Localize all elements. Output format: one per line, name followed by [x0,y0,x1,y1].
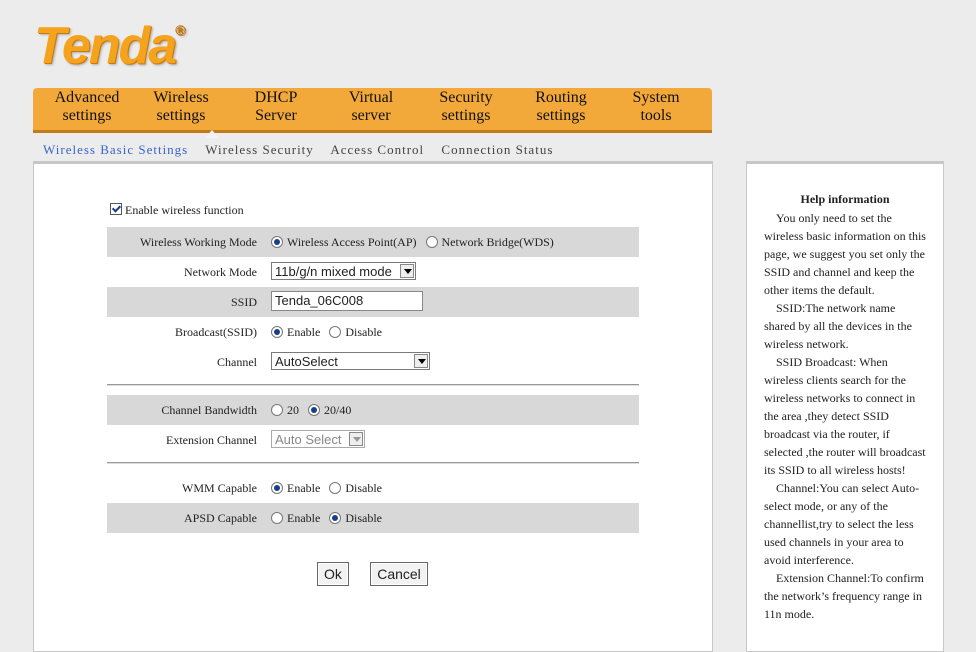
nav-dhcp-server[interactable]: DHCP Server [228,89,324,125]
tenda-logo: Tenda® [34,17,186,75]
help-title: Help information [800,192,890,206]
enable-wireless-label: Enable wireless function [125,203,244,217]
broadcast-disable-radio[interactable] [329,326,342,338]
tab-access-control[interactable]: Access Control [330,142,424,157]
chevron-down-icon [414,354,428,368]
bandwidth-2040-label: 20/40 [324,403,352,417]
bandwidth-label: Channel Bandwidth [161,403,257,417]
wmm-disable-label: Disable [345,481,382,495]
working-mode-ap-radio[interactable] [271,236,283,248]
apsd-row: APSD Capable Enable Disable [107,503,639,533]
working-mode-row: Wireless Working Mode Wireless Access Po… [107,227,639,257]
extension-channel-label: Extension Channel [166,433,257,447]
broadcast-enable-label: Enable [287,325,321,339]
apsd-disable-label: Disable [345,511,382,525]
channel-row: Channel AutoSelect [107,347,639,377]
extension-channel-row: Extension Channel Auto Select [107,425,639,455]
bandwidth-20-radio[interactable] [271,404,283,416]
enable-wireless-row: Enable wireless function [110,203,244,218]
nav-wireless-settings[interactable]: Wireless settings [133,89,229,125]
wmm-row: WMM Capable Enable Disable [107,473,639,503]
network-mode-label: Network Mode [184,265,257,279]
tab-connection-status[interactable]: Connection Status [441,142,553,157]
enable-wireless-checkbox[interactable] [110,203,122,215]
main-nav: Advanced settings Wireless settings DHCP Se… [33,88,712,138]
divider [107,384,639,386]
apsd-enable-label: Enable [287,511,321,525]
ssid-label: SSID [230,295,257,309]
broadcast-label: Broadcast(SSID) [175,325,257,339]
apsd-enable-radio[interactable] [271,512,283,524]
apsd-disable-radio[interactable] [329,512,342,524]
broadcast-row: Broadcast(SSID) Enable Disable [107,317,639,347]
chevron-down-icon [400,264,414,278]
help-paragraph: You only need to set the wireless basic … [764,211,926,297]
channel-label: Channel [217,355,257,369]
tab-wireless-basic-settings[interactable]: Wireless Basic Settings [43,142,188,157]
wmm-label: WMM Capable [182,481,257,495]
divider [107,462,639,464]
wmm-enable-radio[interactable] [271,482,283,494]
working-mode-wds-radio[interactable] [425,236,438,248]
nav-routing-settings[interactable]: Routing settings [513,89,609,125]
nav-virtual-server[interactable]: Virtual server [323,89,419,125]
help-paragraph: Channel:You can select Auto-select mode,… [764,481,920,567]
tab-wireless-security[interactable]: Wireless Security [205,142,314,157]
wmm-disable-radio[interactable] [329,482,342,494]
extension-channel-select[interactable]: Auto Select [271,430,365,448]
active-tab-pointer [205,130,219,138]
bandwidth-20-label: 20 [287,403,299,417]
broadcast-disable-label: Disable [345,325,382,339]
help-paragraph: Extension Channel:To confirm the network… [764,571,924,621]
apsd-label: APSD Capable [184,511,257,525]
ssid-row: SSID Tenda_06C008 [107,287,639,317]
working-mode-label: Wireless Working Mode [140,235,257,249]
network-mode-row: Network Mode 11b/g/n mixed mode [107,257,639,287]
channel-select[interactable]: AutoSelect [271,352,430,370]
cancel-button[interactable]: Cancel [370,562,428,586]
nav-security-settings[interactable]: Security settings [418,89,514,125]
nav-advanced-settings[interactable]: Advanced settings [39,89,135,125]
nav-system-tools[interactable]: System tools [608,89,704,125]
sub-nav: Wireless Basic Settings Wireless Securit… [43,142,566,158]
working-mode-wds-label: Network Bridge(WDS) [441,235,554,249]
help-panel: Help information You only need to set th… [746,161,944,652]
working-mode-ap-label: Wireless Access Point(AP) [287,235,417,249]
broadcast-enable-radio[interactable] [271,326,283,338]
wmm-enable-label: Enable [287,481,321,495]
chevron-down-icon [349,432,363,446]
help-paragraph: SSID:The network name shared by all the … [764,301,912,351]
ok-button[interactable]: Ok [317,562,349,586]
bandwidth-row: Channel Bandwidth 20 20/40 [107,395,639,425]
network-mode-select[interactable]: 11b/g/n mixed mode [271,262,416,280]
ssid-input[interactable]: Tenda_06C008 [271,291,423,311]
bandwidth-2040-radio[interactable] [308,404,320,416]
help-paragraph: SSID Broadcast: When wireless clients se… [764,355,926,477]
